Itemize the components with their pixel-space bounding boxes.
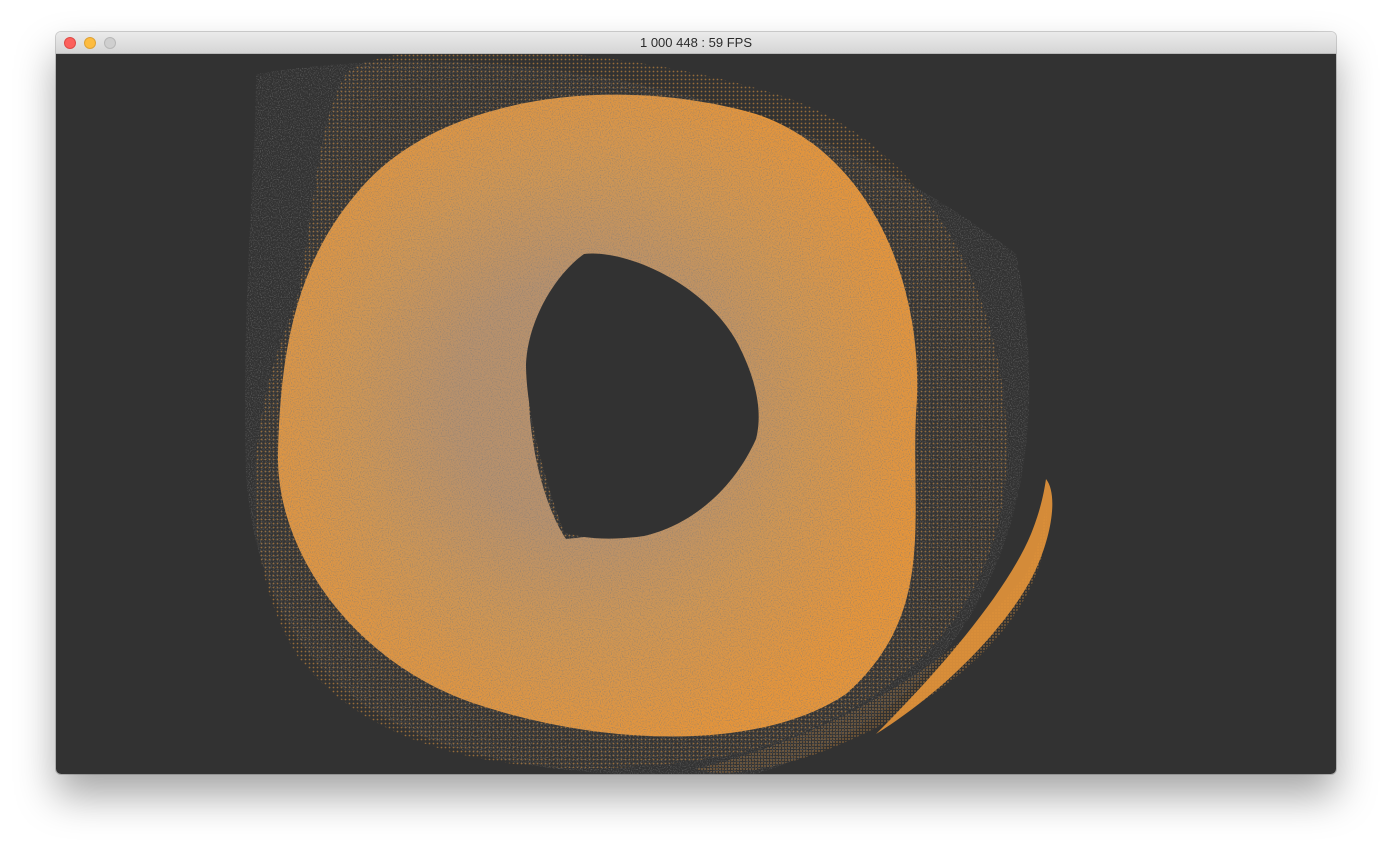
window-title: 1 000 448 : 59 FPS [639,35,753,50]
particle-visualization [244,54,1053,774]
render-canvas[interactable] [56,54,1336,774]
app-window: 1 000 448 : 59 FPS [56,32,1336,774]
title-bar[interactable]: 1 000 448 : 59 FPS [56,32,1336,54]
